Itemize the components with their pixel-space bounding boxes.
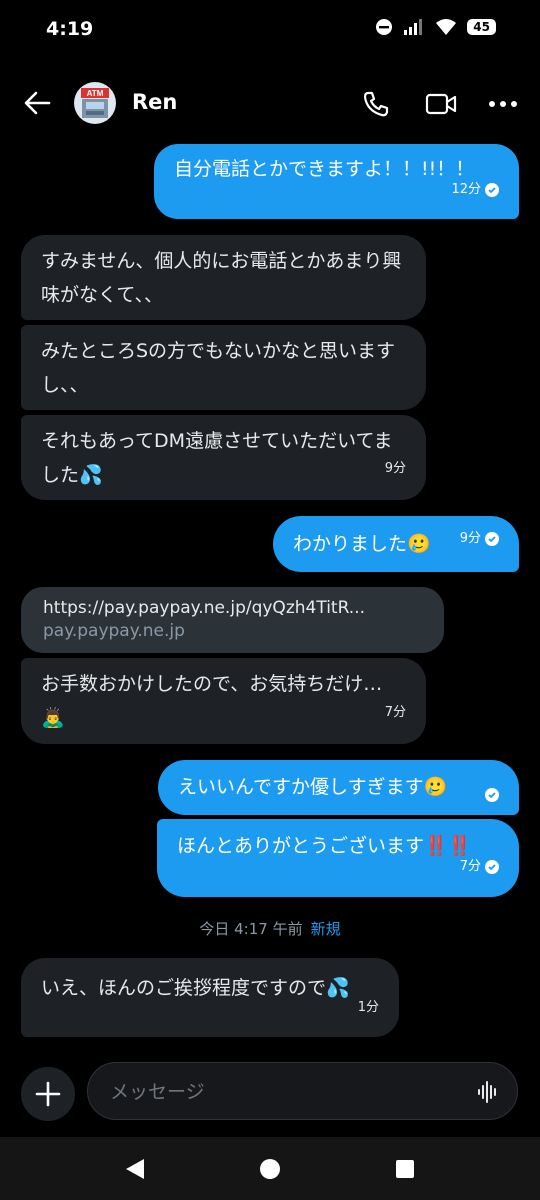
back-arrow-icon[interactable] xyxy=(22,90,52,116)
message-bubble-outgoing[interactable]: 自分電話とかできますよ！！!!！！ 12分 xyxy=(154,144,519,219)
add-attachment-button[interactable] xyxy=(21,1067,75,1121)
link-domain: pay.paypay.ne.jp xyxy=(43,621,185,641)
status-bar: 4:19 45 xyxy=(0,0,540,60)
message-bubble-outgoing[interactable]: わかりました🥲 9分 xyxy=(273,516,519,572)
message-text: えいいんですか優しすぎます🥲 xyxy=(178,776,448,798)
message-text: ほんとありがとうございます‼️‼️ xyxy=(177,835,472,857)
phone-icon[interactable] xyxy=(362,90,390,118)
message-time: 9分 xyxy=(459,531,481,546)
sent-check-icon xyxy=(485,788,499,802)
avatar[interactable]: ATM xyxy=(74,82,116,124)
chat-header: ATM Ren xyxy=(0,70,540,136)
message-bubble-incoming[interactable]: すみません、個人的にお電話とかあまり興味がなくて、、 xyxy=(21,235,426,320)
nav-home-icon[interactable] xyxy=(259,1158,281,1180)
voice-icon[interactable] xyxy=(477,1081,499,1103)
message-bubble-incoming[interactable]: お手数おかけしたので、お気持ちだけ…🙇‍♂️ 7分 xyxy=(21,658,426,744)
new-label: 新規 xyxy=(310,920,341,938)
message-text: 自分電話とかできますよ！！!!！！ xyxy=(174,158,475,180)
sent-check-icon xyxy=(485,532,499,546)
message-composer[interactable] xyxy=(87,1062,518,1120)
status-icons: 45 xyxy=(375,18,496,36)
date-separator: 今日 4:17 午前 新規 xyxy=(0,918,540,939)
message-meta: 12分 xyxy=(451,173,499,207)
sent-check-icon xyxy=(485,183,499,197)
message-meta: 1分 xyxy=(358,991,379,1025)
wifi-icon xyxy=(436,19,457,35)
message-time: 7分 xyxy=(384,705,406,720)
contact-name[interactable]: Ren xyxy=(132,90,177,114)
message-meta: 7分 xyxy=(460,850,499,884)
link-preview-card[interactable]: https://pay.paypay.ne.jp/qyQzh4TitR... p… xyxy=(21,587,444,653)
message-bubble-outgoing[interactable]: ほんとありがとうございます‼️‼️ 7分 xyxy=(157,819,519,897)
message-bubble-incoming[interactable]: いえ、ほんのご挨拶程度ですので💦 1分 xyxy=(21,958,399,1037)
more-icon[interactable] xyxy=(488,100,518,108)
message-meta xyxy=(485,788,499,802)
link-url[interactable]: https://pay.paypay.ne.jp/qyQzh4TitR... xyxy=(43,597,422,619)
message-text: すみません、個人的にお電話とかあまり興味がなくて、、 xyxy=(41,250,402,306)
message-text: いえ、ほんのご挨拶程度ですので💦 xyxy=(41,977,350,999)
nav-back-icon[interactable] xyxy=(124,1158,146,1180)
video-icon[interactable] xyxy=(425,92,457,116)
date-separator-text: 今日 4:17 午前 xyxy=(199,920,303,938)
message-text: みたところSの方でもないかなと思いますし、、 xyxy=(41,340,396,396)
sent-check-icon xyxy=(485,860,499,874)
message-meta: 9分 xyxy=(460,522,499,556)
message-text: お手数おかけしたので、お気持ちだけ…🙇‍♂️ xyxy=(41,673,383,729)
signal-icon xyxy=(404,19,423,35)
message-text: わかりました🥲 xyxy=(293,533,431,555)
message-text: それもあってDM遠慮させていただいてました💦 xyxy=(41,430,393,486)
battery-indicator: 45 xyxy=(467,19,496,35)
message-bubble-incoming[interactable]: みたところSの方でもないかなと思いますし、、 xyxy=(21,325,426,410)
dnd-icon xyxy=(376,19,393,35)
nav-recents-icon[interactable] xyxy=(395,1159,415,1179)
message-input[interactable] xyxy=(108,1076,472,1108)
message-bubble-incoming[interactable]: それもあってDM遠慮させていただいてました💦 9分 xyxy=(21,415,426,500)
message-meta: 7分 xyxy=(385,696,406,730)
avatar-atm-text: ATM xyxy=(87,89,104,98)
status-time: 4:19 xyxy=(46,18,94,40)
message-meta: 9分 xyxy=(385,452,406,486)
message-bubble-outgoing[interactable]: えいいんですか優しすぎます🥲 xyxy=(158,760,519,815)
message-time: 9分 xyxy=(384,461,406,476)
message-time: 7分 xyxy=(459,859,481,874)
atm-avatar-image: ATM xyxy=(81,88,109,118)
system-navigation-bar xyxy=(0,1137,540,1200)
message-time: 12分 xyxy=(451,182,481,197)
message-time: 1分 xyxy=(357,1000,379,1015)
plus-icon xyxy=(35,1081,61,1107)
